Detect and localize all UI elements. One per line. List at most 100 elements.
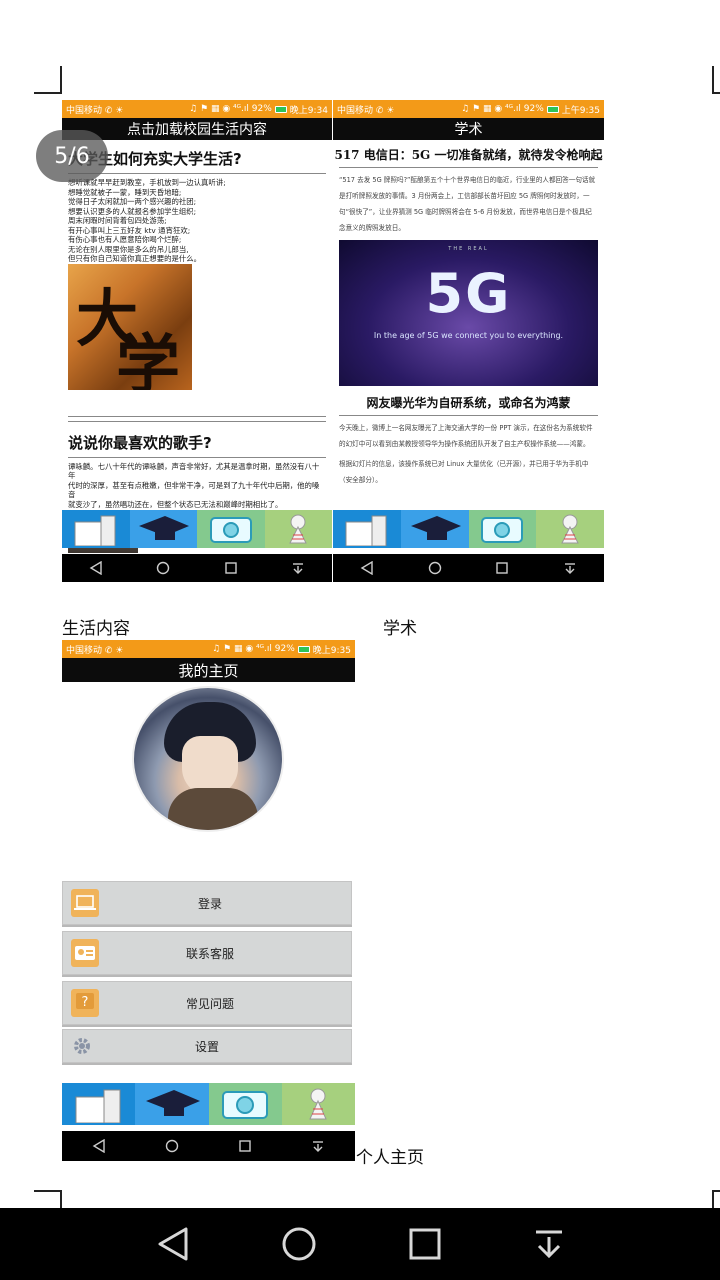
news-body: 根据幻灯片的信息，该操作系统已对 Linux 大量优化（已开源），并已用于华为手…: [339, 460, 589, 484]
body-line: 就变沙了，虽然唱功还在，但整个状态已无法和巅峰时期相比了。: [68, 499, 283, 509]
status-bar: 中国移动 ✆ ☀ ♫ ⚑ ▦ ◉ ⁴ᴳ.ıl 92% 晚上9:34: [62, 100, 332, 118]
battery-icon: [297, 645, 310, 653]
battery-icon: [274, 105, 287, 113]
back-icon[interactable]: [156, 1226, 190, 1262]
battery-icon: [546, 105, 559, 113]
body-line: 觉得日子太闲就加一两个感兴趣的社团;: [68, 197, 197, 206]
tab-buildings[interactable]: [62, 1083, 136, 1125]
avatar-face: [182, 736, 238, 796]
body-line: 有开心事叫上三五好友 ktv 通宵狂欢;: [68, 225, 191, 235]
navigation-bar: [62, 554, 332, 582]
status-time: 上午9:35: [561, 105, 600, 116]
article-college-life[interactable]: 大学生如何充实大学生活? 想听课就早早赶到教室，手机放到一边认真听讲; 想睡觉就…: [62, 148, 332, 390]
notification-drawer-icon[interactable]: [533, 1227, 565, 1261]
camera-icon: [209, 517, 252, 543]
divider: [68, 456, 326, 458]
body-line: 想要认识更多的人就报名参加学生组织;: [68, 206, 197, 216]
home-icon[interactable]: [281, 1226, 317, 1262]
camera-icon: [481, 517, 524, 543]
camera-icon: [222, 1091, 269, 1119]
menu-item-login[interactable]: 登录: [62, 881, 352, 925]
screenshot-academic: 中国移动 ✆ ☀ ♫ ⚑ ▦ ◉ ⁴ᴳ.ıl 92% 上午9:35 学术 517…: [333, 100, 604, 582]
recents-icon[interactable]: [224, 561, 238, 575]
home-icon[interactable]: [156, 561, 170, 575]
back-icon[interactable]: [92, 1139, 106, 1153]
article-title[interactable]: 说说你最喜欢的歌手?: [68, 432, 326, 453]
recents-icon[interactable]: [238, 1139, 252, 1153]
tab-academic[interactable]: [129, 510, 197, 548]
status-carrier: 中国移动 ✆ ☀: [337, 105, 395, 116]
body-line: 但只有你自己知道你真正想要的是什么。: [68, 254, 202, 263]
tab-buildings[interactable]: [62, 510, 130, 548]
caption-campus-life: 生活内容: [62, 619, 130, 639]
home-icon[interactable]: [428, 561, 442, 575]
page-title[interactable]: 点击加载校园生活内容: [62, 118, 332, 140]
status-icons: ♫ ⚑ ▦ ◉ ⁴ᴳ.ıl 92%: [212, 644, 295, 654]
5g-banner-image: THE REAL 5G In the age of 5G we connect …: [339, 240, 598, 386]
news-title[interactable]: 517 电信日：5G 一切准备就绪，就待发令枪响起: [333, 146, 604, 163]
menu-item-contact-support[interactable]: 联系客服: [62, 931, 352, 975]
award-icon: [561, 514, 579, 544]
page-indicator: 5/6: [36, 130, 108, 182]
back-icon[interactable]: [89, 561, 103, 575]
avatar[interactable]: [132, 686, 284, 832]
divider: [339, 167, 598, 168]
bottom-tab-bar: [62, 1083, 355, 1125]
recents-icon[interactable]: [495, 561, 509, 575]
status-carrier: 中国移动 ✆ ☀: [66, 105, 124, 116]
graduation-cap-icon: [410, 516, 461, 540]
menu-item-faq[interactable]: ? 常见问题: [62, 981, 352, 1025]
body-line: 有伤心事也有人愿意陪你喝个烂醉;: [68, 235, 182, 244]
tab-camera[interactable]: [468, 510, 537, 548]
page-title[interactable]: 学术: [333, 118, 604, 140]
divider: [68, 420, 326, 422]
back-icon[interactable]: [360, 561, 374, 575]
banner-tagline: THE REAL: [448, 246, 489, 252]
status-icons: ♫ ⚑ ▦ ◉ ⁴ᴳ.ıl 92%: [189, 104, 272, 114]
body-line: 想睡觉就被子一蒙，睡到天昏地暗;: [68, 187, 182, 197]
notification-drawer-icon[interactable]: [563, 561, 577, 575]
recents-icon[interactable]: [408, 1227, 442, 1261]
caption-academic: 学术: [383, 619, 417, 639]
article-body: 想听课就早早赶到教室，手机放到一边认真听讲; 想睡觉就被子一蒙，睡到天昏地暗; …: [68, 178, 332, 264]
bottom-tab-bar: [333, 510, 604, 548]
news-item-hongmeng[interactable]: 网友曝光华为自研系统，或命名为鸿蒙 今天晚上，微博上一名网友曝光了上海交通大学的…: [333, 394, 604, 488]
graduation-cap-icon: [139, 516, 190, 540]
status-icons: ♫ ⚑ ▦ ◉ ⁴ᴳ.ıl 92%: [461, 104, 544, 114]
crop-mark-top-right: [712, 66, 720, 94]
tab-profile[interactable]: [264, 510, 332, 548]
banner-caption: In the age of 5G we connect you to every…: [373, 331, 564, 340]
gear-icon: [71, 1035, 93, 1057]
news-body: 今天晚上，微博上一名网友曝光了上海交通大学的一份 PPT 演示，在这份名为系统软…: [339, 424, 593, 448]
tab-academic[interactable]: [400, 510, 469, 548]
status-carrier: 中国移动 ✆ ☀: [66, 645, 124, 656]
notification-drawer-icon[interactable]: [291, 561, 305, 575]
menu-item-settings[interactable]: 设置: [62, 1029, 352, 1063]
tab-camera[interactable]: [208, 1083, 282, 1125]
status-bar: 中国移动 ✆ ☀ ♫ ⚑ ▦ ◉ ⁴ᴳ.ıl 92% 晚上9:35: [62, 640, 355, 658]
tab-camera[interactable]: [197, 510, 265, 548]
divider: [68, 415, 326, 417]
menu-item-label: 常见问题: [185, 996, 234, 1011]
home-icon[interactable]: [165, 1139, 179, 1153]
divider: [339, 415, 598, 416]
body-line: 无论在别人眼里你是多么的吊儿郎当,: [68, 244, 189, 254]
graduation-cap-icon: [145, 1090, 200, 1116]
buildings-icon: [75, 1089, 121, 1123]
tab-profile[interactable]: [281, 1083, 355, 1125]
caption-personal-homepage: 个人主页: [356, 1148, 424, 1168]
body-line: 代时的深厚，甚至有点稚嫩，但非常干净，可是到了九十年代中后期，他的嗓音: [68, 480, 320, 500]
news-item-5g[interactable]: 517 电信日：5G 一切准备就绪，就待发令枪响起 “517 去发 5G 牌照吗…: [333, 146, 604, 386]
tab-academic[interactable]: [135, 1083, 209, 1125]
tab-profile[interactable]: [536, 510, 604, 548]
notification-drawer-icon[interactable]: [311, 1139, 325, 1153]
news-body: “517 去发 5G 牌照吗?”酝酿第五个十个世界电信日的临近，行业里的人都回答…: [339, 176, 596, 232]
svg-text:?: ?: [82, 995, 89, 1010]
banner-5g-text: 5G: [425, 262, 512, 325]
news-title[interactable]: 网友曝光华为自研系统，或命名为鸿蒙: [333, 394, 604, 411]
calligraphy-glyph: 学: [116, 327, 180, 390]
status-time: 晚上9:35: [312, 645, 351, 656]
tab-buildings[interactable]: [333, 510, 401, 548]
menu-item-label: 设置: [194, 1039, 219, 1054]
bottom-tab-bar: [62, 510, 332, 548]
